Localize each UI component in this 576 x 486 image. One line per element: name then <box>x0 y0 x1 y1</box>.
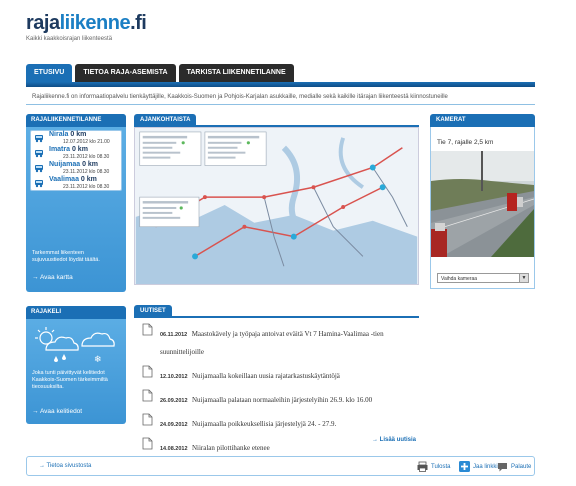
document-icon <box>142 389 153 402</box>
main-nav: ETUSIVU TIETOA RAJA-ASEMISTA TARKISTA LI… <box>26 64 294 82</box>
printer-icon <box>417 461 428 472</box>
cameras-heading: KAMERAT <box>430 114 535 127</box>
weather-panel: RAJAKELI ❄ Joka tunti päivittyvät keliti… <box>26 306 126 424</box>
crossing-queue: 0 km <box>70 131 87 138</box>
weather-heading: RAJAKELI <box>26 306 126 319</box>
crossing-name: Nuijamaa <box>49 161 81 168</box>
news-item[interactable]: 24.09.2012 Nuijamaalla poikkeuksellisia … <box>142 413 412 431</box>
crossing-item-imatra[interactable]: Imatra 0 km 23.11.2012 klo 08.30 <box>31 146 121 161</box>
more-news-link[interactable]: → Lisää uutisia <box>372 437 416 443</box>
open-map-link[interactable]: → Avaa kartta <box>32 274 73 281</box>
news-title[interactable]: Nuijamaalla palataan normaaleihin järjes… <box>192 396 372 404</box>
news-item[interactable]: 26.09.2012 Nuijamaalla palataan normaale… <box>142 389 412 407</box>
camera-panel: Tie 7, rajalle 2,5 km Vaihda kameraa ▼ <box>430 127 535 289</box>
feedback-button[interactable]: Palaute <box>497 461 531 472</box>
news-title[interactable]: Nuijamaalla kokeillaan uusia rajatarkast… <box>192 372 340 380</box>
traffic-note: Tarkemmat liikenteen sujuvuustiedot löyd… <box>32 250 100 263</box>
news-underline <box>134 316 419 318</box>
camera-image[interactable] <box>431 151 534 257</box>
camera-select[interactable]: Vaihda kameraa ▼ <box>437 273 529 283</box>
news-date: 24.09.2012 <box>160 422 188 428</box>
document-icon <box>142 437 153 450</box>
tab-raja-asemat[interactable]: TIETOA RAJA-ASEMISTA <box>75 64 176 82</box>
region-map[interactable] <box>134 127 419 285</box>
traffic-panel: RAJALIIKENNETILANNE Nirala 0 km 12.07.20… <box>26 114 126 292</box>
speech-bubble-icon <box>498 463 507 472</box>
news-date: 06.11.2012 <box>160 332 188 338</box>
crossing-list: Nirala 0 km 12.07.2012 klo 21.00 Imatra … <box>30 130 122 191</box>
news-date: 26.09.2012 <box>160 398 188 404</box>
crossing-queue: 0 km <box>71 146 88 153</box>
weather-note: Joka tunti päivittyvät kelitiedot Kaakko… <box>32 370 108 390</box>
camera-title: Tie 7, rajalle 2,5 km <box>437 139 494 146</box>
svg-text:❄: ❄ <box>94 355 102 365</box>
camera-select-label: Vaihda kameraa <box>441 276 478 282</box>
crossing-time: 23.11.2012 klo 08.30 <box>63 154 110 160</box>
crossing-name: Vaalimaa <box>49 176 79 183</box>
car-icon <box>35 150 43 158</box>
crossing-name: Nirala <box>49 131 69 138</box>
feedback-label: Palaute <box>511 463 532 470</box>
site-info-link[interactable]: → Tietoa sivustosta <box>39 463 91 469</box>
news-title[interactable]: Maastokävely ja työpaja antoivat eväitä … <box>160 330 384 356</box>
news-title[interactable]: Niiralan pilottihanke etenee <box>192 444 270 452</box>
intro-text: Rajaliikenne.fi on informaatiopalvelu ti… <box>32 94 448 100</box>
crossing-queue: 0 km <box>82 161 99 168</box>
crossing-time: 12.07.2012 klo 21.00 <box>63 139 110 145</box>
crossing-item-nuijamaa[interactable]: Nuijamaa 0 km 23.11.2012 klo 08.30 <box>31 161 121 176</box>
news-date: 14.08.2012 <box>160 446 188 452</box>
page: rajaliikenne.fi Kaikki kaakkoisrajan lii… <box>22 0 542 480</box>
document-icon <box>142 323 153 336</box>
news-date: 12.10.2012 <box>160 374 188 380</box>
site-logo[interactable]: rajaliikenne.fi <box>26 12 147 35</box>
tab-etusivu[interactable]: ETUSIVU <box>26 64 73 82</box>
print-label: Tulosta <box>431 463 451 470</box>
chevron-down-icon[interactable]: ▼ <box>519 274 528 282</box>
traffic-heading: RAJALIIKENNETILANNE <box>26 114 126 127</box>
tab-liikennetilanne[interactable]: TARKISTA LIIKENNETILANNE <box>178 64 294 82</box>
nav-bar-underline <box>26 82 535 87</box>
divider <box>26 104 535 105</box>
car-icon <box>35 165 43 173</box>
plus-icon <box>459 461 470 472</box>
weather-icon: ❄ <box>35 327 115 365</box>
document-icon <box>142 365 153 378</box>
car-icon <box>35 135 43 143</box>
car-icon <box>35 180 43 188</box>
news-item[interactable]: 06.11.2012 Maastokävely ja työpaja antoi… <box>142 323 412 359</box>
crossing-time: 23.11.2012 klo 08.30 <box>63 184 110 190</box>
footer-bar: → Tietoa sivustosta Tulosta Jaa linkki P… <box>26 456 535 476</box>
document-icon <box>142 413 153 426</box>
share-button[interactable]: Jaa linkki <box>459 461 498 472</box>
print-button[interactable]: Tulosta <box>417 461 450 472</box>
share-label: Jaa linkki <box>473 463 498 470</box>
crossing-item-vaalimaa[interactable]: Vaalimaa 0 km 23.11.2012 klo 08.30 <box>31 176 121 191</box>
crossing-name: Imatra <box>49 146 71 153</box>
crossing-item-nirala[interactable]: Nirala 0 km 12.07.2012 klo 21.00 <box>31 131 121 146</box>
site-tagline: Kaikki kaakkoisrajan liikenteestä <box>26 36 113 42</box>
crossing-queue: 0 km <box>80 176 97 183</box>
news-title[interactable]: Nuijamaalla poikkeuksellisia järjestelyj… <box>192 420 336 428</box>
open-weather-link[interactable]: → Avaa kelitiedot <box>32 408 82 415</box>
news-item[interactable]: 12.10.2012 Nuijamaalla kokeillaan uusia … <box>142 365 412 383</box>
crossing-time: 23.11.2012 klo 08.30 <box>63 169 110 175</box>
